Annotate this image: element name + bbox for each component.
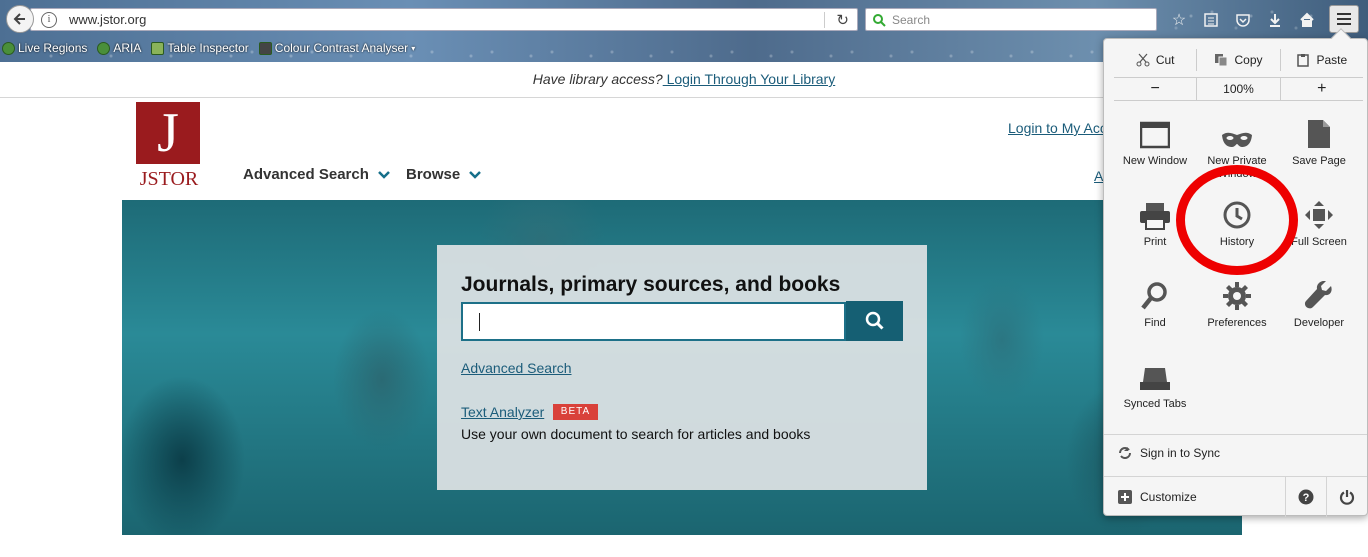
- gear-icon: [1223, 282, 1251, 310]
- advanced-search-link[interactable]: Advanced Search: [461, 360, 572, 376]
- help-button[interactable]: ?: [1285, 477, 1326, 517]
- zoom-out-button[interactable]: −: [1114, 78, 1196, 100]
- search-input[interactable]: [461, 302, 846, 341]
- search-placeholder: Search: [892, 12, 931, 27]
- bookmarks-toolbar: Live Regions ARIA Table Inspector Colour…: [2, 41, 415, 55]
- panel-footer: Customize ?: [1104, 477, 1367, 517]
- sync-icon: [1119, 447, 1131, 459]
- menu-label-preferences: Preferences: [1207, 317, 1267, 329]
- search-engine-icon[interactable]: [872, 13, 888, 27]
- synced-tabs-icon: [1140, 368, 1170, 390]
- svg-text:?: ?: [1303, 492, 1310, 504]
- jstor-logo-mark: J: [136, 102, 200, 164]
- scissors-icon: [1136, 53, 1150, 67]
- open-menu-button[interactable]: [1329, 5, 1359, 33]
- menu-item-developer[interactable]: Developer: [1278, 273, 1360, 353]
- reload-icon[interactable]: ↻: [836, 11, 849, 29]
- save-page-icon: [1308, 120, 1330, 148]
- contrast-icon: [258, 41, 272, 55]
- text-analyzer-link[interactable]: Text Analyzer: [461, 404, 544, 420]
- menu-item-find[interactable]: Find: [1114, 273, 1196, 353]
- jstor-logo[interactable]: J JSTOR: [136, 102, 202, 194]
- new-window-icon: [1140, 121, 1170, 149]
- copy-label: Copy: [1234, 53, 1263, 67]
- edit-controls: Cut Copy Paste: [1114, 49, 1363, 71]
- copy-icon: [1215, 54, 1228, 67]
- menu-item-new-window[interactable]: New Window: [1114, 111, 1196, 191]
- cut-label: Cut: [1155, 53, 1175, 67]
- customize-button[interactable]: Customize: [1104, 490, 1285, 504]
- paste-label: Paste: [1316, 53, 1348, 67]
- bookmark-table-inspector[interactable]: Table Inspector: [151, 41, 249, 55]
- bookmark-live-regions[interactable]: Live Regions: [2, 41, 87, 55]
- library-access-question: Have library access?: [532, 71, 663, 87]
- bookmark-aria[interactable]: ARIA: [97, 41, 141, 55]
- home-icon[interactable]: [1296, 9, 1318, 31]
- sign-in-sync-label: Sign in to Sync: [1140, 446, 1221, 460]
- downloads-icon[interactable]: [1264, 9, 1286, 31]
- bookmark-colour-contrast[interactable]: Colour Contrast Analyser ▾: [258, 41, 416, 55]
- search-submit-button[interactable]: [846, 301, 903, 341]
- table-icon: [151, 41, 165, 55]
- nav-advanced-search-label: Advanced Search: [243, 166, 369, 183]
- menu-label-developer: Developer: [1293, 317, 1345, 329]
- back-arrow-icon: [13, 13, 25, 25]
- dropdown-arrow-icon: ▾: [411, 43, 416, 53]
- wrench-icon: [1304, 281, 1332, 309]
- nav-browse-label: Browse: [406, 166, 461, 183]
- menu-item-preferences[interactable]: Preferences: [1196, 273, 1278, 353]
- highlight-circle-annotation: [1176, 165, 1298, 275]
- url-text[interactable]: www.jstor.org: [69, 12, 146, 27]
- fullscreen-icon: [1305, 201, 1333, 229]
- jstor-logo-text: JSTOR: [139, 168, 199, 190]
- text-analyzer-description: Use your own document to search for arti…: [461, 426, 811, 442]
- menu-item-save-page[interactable]: Save Page: [1278, 111, 1360, 191]
- print-icon: [1140, 203, 1170, 230]
- menu-label-save-page: Save Page: [1292, 155, 1346, 167]
- customize-plus-icon: [1118, 490, 1132, 504]
- bookmark-star-icon[interactable]: ☆: [1168, 9, 1190, 31]
- zoom-reset-button[interactable]: 100%: [1196, 78, 1279, 100]
- sign-in-sync-button[interactable]: Sign in to Sync: [1118, 446, 1220, 460]
- paste-button[interactable]: Paste: [1279, 49, 1363, 71]
- live-regions-icon: [2, 41, 15, 55]
- nav-browse[interactable]: Browse: [406, 166, 482, 183]
- aria-icon: [97, 41, 111, 55]
- copy-button[interactable]: Copy: [1196, 49, 1279, 71]
- beta-badge: BETA: [553, 404, 598, 420]
- power-icon: [1339, 490, 1355, 505]
- hamburger-icon: [1337, 13, 1351, 25]
- zoom-in-button[interactable]: +: [1279, 78, 1363, 100]
- text-caret: [479, 313, 480, 331]
- back-button[interactable]: [6, 5, 34, 33]
- site-info-icon[interactable]: i: [41, 11, 57, 28]
- chevron-down-icon: [378, 170, 390, 179]
- url-divider: [824, 12, 825, 28]
- help-icon: ?: [1298, 489, 1314, 505]
- search-heading: Journals, primary sources, and books: [461, 273, 841, 296]
- chevron-down-icon: [469, 170, 482, 179]
- find-magnifier-icon: [1141, 282, 1167, 310]
- quit-button[interactable]: [1326, 477, 1367, 517]
- customize-label: Customize: [1140, 490, 1197, 504]
- menu-label-synced-tabs: Synced Tabs: [1123, 398, 1187, 410]
- firefox-menu-panel: Cut Copy Paste − 100% + New Window New P…: [1103, 28, 1368, 517]
- private-mask-icon: [1222, 132, 1252, 147]
- menu-label-new-window: New Window: [1122, 155, 1188, 167]
- search-bar[interactable]: Search: [865, 8, 1157, 31]
- paste-icon: [1297, 54, 1310, 67]
- menu-label-find: Find: [1144, 317, 1166, 329]
- pocket-icon[interactable]: [1232, 9, 1254, 31]
- nav-advanced-search[interactable]: Advanced Search: [243, 166, 391, 183]
- cut-button[interactable]: Cut: [1114, 49, 1196, 71]
- panel-divider: [1104, 434, 1367, 435]
- login-library-link[interactable]: Login Through Your Library: [663, 71, 836, 87]
- bookmarks-list-icon[interactable]: [1200, 9, 1222, 31]
- search-card: Journals, primary sources, and books Adv…: [437, 245, 927, 490]
- menu-item-synced-tabs[interactable]: Synced Tabs: [1114, 354, 1196, 434]
- zoom-controls: − 100% +: [1114, 77, 1363, 101]
- search-icon: [865, 311, 884, 330]
- url-bar[interactable]: i www.jstor.org ↻: [30, 8, 858, 31]
